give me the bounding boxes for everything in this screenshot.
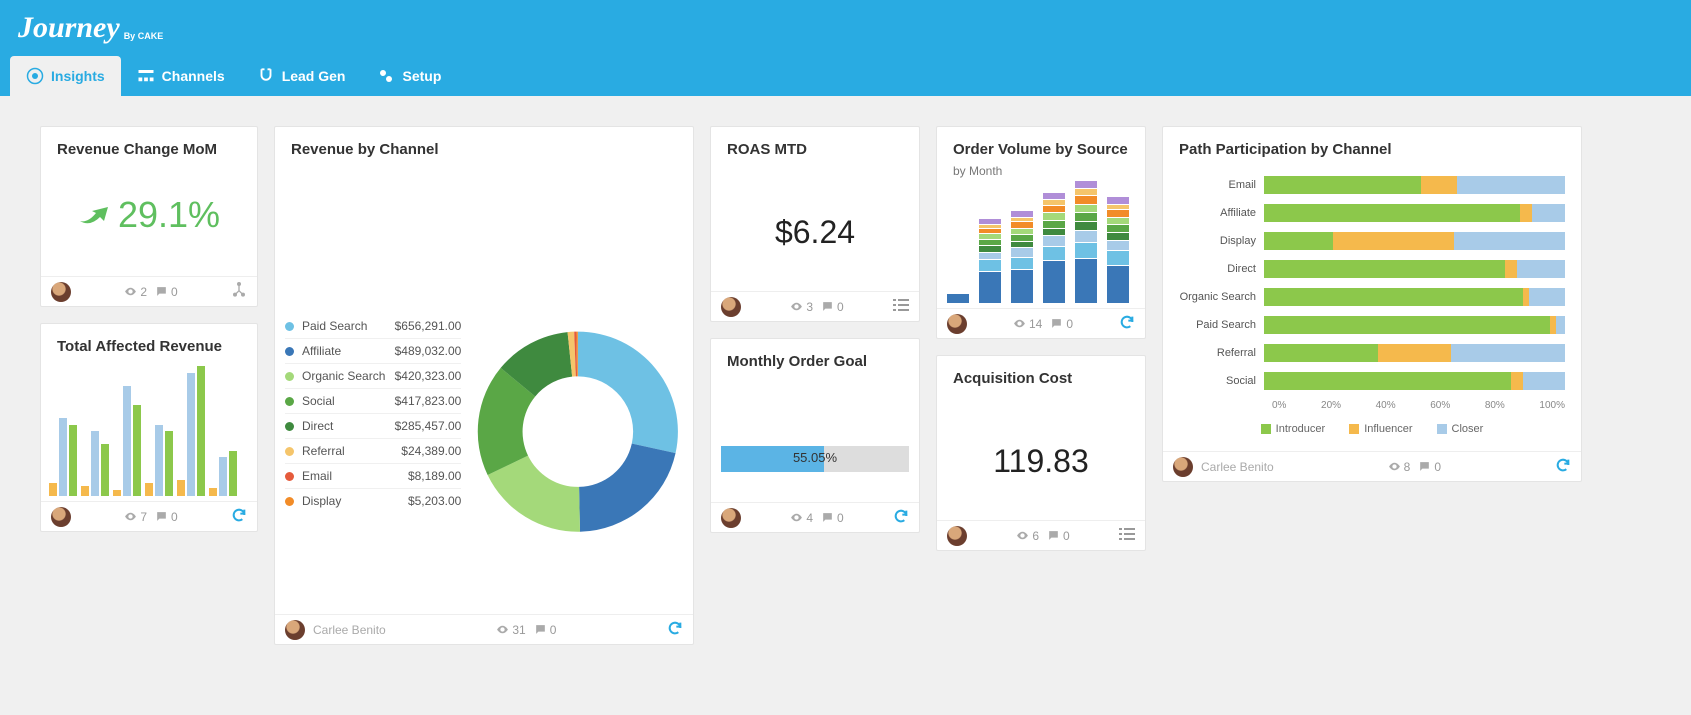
list-icon[interactable] (1119, 528, 1135, 543)
author-name: Carlee Benito (313, 623, 386, 637)
refresh-icon[interactable] (1555, 457, 1571, 476)
card-footer: 4 0 (711, 502, 919, 532)
comments-count: 0 (155, 285, 178, 299)
arrow-up-icon (78, 203, 112, 227)
donut-legend: Paid Search$656,291.00Affiliate$489,032.… (285, 314, 461, 513)
card-title: Revenue Change MoM (41, 127, 257, 164)
nav-label: Lead Gen (282, 68, 346, 84)
channels-icon (137, 67, 155, 85)
nav-leadgen[interactable]: Lead Gen (241, 56, 362, 96)
avatar (51, 282, 71, 302)
card-acq-cost: Acquisition Cost 119.83 6 0 (936, 355, 1146, 551)
refresh-icon[interactable] (231, 507, 247, 526)
card-footer: Carlee Benito 8 0 (1163, 451, 1581, 481)
avatar (721, 508, 741, 528)
gear-icon (377, 67, 395, 85)
avatar (1173, 457, 1193, 477)
card-path-participation: Path Participation by Channel Email Affi… (1162, 126, 1582, 482)
comments-count: 0 (534, 623, 557, 637)
views-count: 6 (1016, 529, 1039, 543)
donut-chart (473, 174, 683, 594)
nav-setup[interactable]: Setup (361, 56, 457, 96)
main-nav: Insights Channels Lead Gen Setup (0, 56, 1691, 96)
revenue-change-value: 29.1% (41, 164, 257, 276)
views-count: 14 (1013, 317, 1042, 331)
comments-count: 0 (1050, 317, 1073, 331)
logo-text: Journey (18, 11, 120, 45)
author-name: Carlee Benito (1201, 460, 1274, 474)
card-title: Acquisition Cost (937, 356, 1145, 393)
branch-icon[interactable] (231, 282, 247, 301)
card-footer: 14 0 (937, 308, 1145, 338)
comments-count: 0 (821, 300, 844, 314)
progress-label: 55.05% (721, 450, 909, 465)
path-participation-chart: Email Affiliate Display Direct Organic S… (1163, 164, 1581, 451)
refresh-icon[interactable] (893, 508, 909, 527)
nav-label: Insights (51, 68, 105, 84)
views-count: 8 (1388, 460, 1411, 474)
comments-count: 0 (155, 510, 178, 524)
avatar (947, 526, 967, 546)
card-subtitle: by Month (937, 164, 1145, 178)
card-title: Order Volume by Source (937, 127, 1145, 164)
nav-insights[interactable]: Insights (10, 56, 121, 96)
card-order-goal: Monthly Order Goal 55.05% 4 0 (710, 338, 920, 533)
list-icon[interactable] (893, 299, 909, 314)
dashboard: Revenue Change MoM 29.1% 2 0 Total Affec… (0, 96, 1691, 665)
roas-value: $6.24 (711, 164, 919, 291)
views-count: 7 (124, 510, 147, 524)
progress-bar: 55.05% (721, 446, 909, 472)
comments-count: 0 (821, 511, 844, 525)
card-title: Path Participation by Channel (1163, 127, 1581, 164)
top-bar: Journey By CAKE (0, 0, 1691, 56)
card-footer: 3 0 (711, 291, 919, 321)
card-affected-revenue: Total Affected Revenue 7 0 (40, 323, 258, 532)
refresh-icon[interactable] (1119, 314, 1135, 333)
avatar (51, 507, 71, 527)
card-order-volume: Order Volume by Source by Month 14 0 (936, 126, 1146, 339)
card-title: ROAS MTD (711, 127, 919, 164)
nav-channels[interactable]: Channels (121, 56, 241, 96)
avatar (947, 314, 967, 334)
card-title: Total Affected Revenue (41, 324, 257, 361)
order-volume-chart (937, 178, 1145, 308)
card-footer: 6 0 (937, 520, 1145, 550)
views-count: 2 (124, 285, 147, 299)
card-revenue-by-channel: Revenue by Channel Paid Search$656,291.0… (274, 126, 694, 645)
views-count: 31 (496, 623, 525, 637)
comments-count: 0 (1418, 460, 1441, 474)
card-footer: Carlee Benito 31 0 (275, 614, 693, 644)
chart-legend: Introducer Influencer Closer (1179, 423, 1565, 435)
nav-label: Channels (162, 68, 225, 84)
views-count: 3 (790, 300, 813, 314)
card-title: Monthly Order Goal (711, 339, 919, 376)
views-count: 4 (790, 511, 813, 525)
magnet-icon (257, 67, 275, 85)
avatar (285, 620, 305, 640)
acq-cost-value: 119.83 (937, 393, 1145, 520)
card-footer: 2 0 (41, 276, 257, 306)
logo-byline: By CAKE (124, 31, 164, 41)
card-footer: 7 0 (41, 501, 257, 531)
card-title: Revenue by Channel (275, 127, 693, 164)
card-revenue-change: Revenue Change MoM 29.1% 2 0 (40, 126, 258, 307)
insights-icon (26, 67, 44, 85)
avatar (721, 297, 741, 317)
card-roas: ROAS MTD $6.24 3 0 (710, 126, 920, 322)
affected-revenue-chart (41, 361, 257, 501)
nav-label: Setup (402, 68, 441, 84)
refresh-icon[interactable] (667, 620, 683, 639)
comments-count: 0 (1047, 529, 1070, 543)
